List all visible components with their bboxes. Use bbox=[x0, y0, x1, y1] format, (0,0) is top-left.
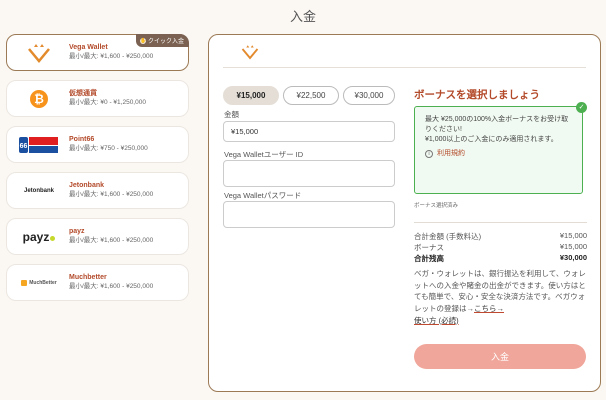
deposit-panel: ¥15,000 ¥22,500 ¥30,000 金額 Vega Walletユー… bbox=[208, 34, 601, 392]
method-name: 仮想通貨 bbox=[69, 90, 97, 98]
payment-method-muchbetter[interactable]: MuchBetter Muchbetter 最小/最大: ¥1,600 - ¥2… bbox=[6, 264, 189, 301]
quick-deposit-label: クイック入金 bbox=[147, 39, 184, 45]
quick-deposit-badge: ✋ クイック入金 bbox=[135, 34, 189, 47]
method-name: Jetonbank bbox=[69, 182, 105, 190]
divider bbox=[414, 222, 587, 223]
amount-option-22500[interactable]: ¥22,500 bbox=[283, 86, 339, 105]
terms-link[interactable]: i 利用規約 bbox=[425, 149, 572, 159]
payment-method-list: Vega Wallet 最小/最大: ¥1,600 - ¥250,000 ✋ ク… bbox=[6, 34, 189, 310]
user-id-label: Vega Walletユーザー ID bbox=[224, 150, 304, 159]
amount-input[interactable] bbox=[223, 121, 395, 142]
vega-logo-icon bbox=[15, 42, 63, 64]
divider bbox=[223, 67, 586, 68]
payment-method-jetonbank[interactable]: Jetonbank Jetonbank 最小/最大: ¥1,600 - ¥250… bbox=[6, 172, 189, 209]
payment-description: ベガ・ウォレットは、銀行振込を利用して、ウォレットへの入金や賭金の出金ができます… bbox=[414, 268, 589, 326]
method-limit: 最小/最大: ¥750 - ¥250,000 bbox=[69, 144, 148, 152]
method-limit: 最小/最大: ¥1,600 - ¥250,000 bbox=[69, 52, 154, 60]
amount-option-15000[interactable]: ¥15,000 bbox=[223, 86, 279, 105]
svg-text:₿: ₿ bbox=[34, 92, 44, 106]
method-limit: 最小/最大: ¥1,600 - ¥250,000 bbox=[69, 282, 154, 290]
deposit-submit-button[interactable]: 入金 bbox=[414, 344, 586, 369]
page-title: 入金 bbox=[289, 9, 316, 24]
summary-label: ボーナス bbox=[414, 243, 444, 252]
amount-label: 金額 bbox=[224, 110, 239, 119]
check-icon: ✓ bbox=[576, 102, 587, 113]
method-name: payz bbox=[69, 228, 85, 236]
payz-logo-icon: payz bbox=[15, 226, 63, 248]
info-icon: i bbox=[425, 150, 433, 159]
point66-logo-icon: 66 bbox=[15, 134, 63, 156]
summary-label: 合計金額 (手数料込) bbox=[414, 232, 482, 241]
register-link[interactable]: こちら→ bbox=[474, 304, 504, 313]
password-input[interactable] bbox=[223, 201, 395, 228]
bonus-option[interactable]: ✓ 最大 ¥25,000の100%入金ボーナスをお受け取りください! ¥1,00… bbox=[414, 102, 587, 194]
summary-label: 合計残高 bbox=[414, 254, 444, 263]
payment-method-point66[interactable]: 66 Point66 最小/最大: ¥750 - ¥250,000 bbox=[6, 126, 189, 163]
bonus-selected-note: ボーナス選択済み bbox=[414, 203, 459, 209]
bonus-line1: 最大 ¥25,000の100%入金ボーナスをお受け取りください! bbox=[425, 116, 569, 134]
method-limit: 最小/最大: ¥1,600 - ¥250,000 bbox=[69, 236, 154, 244]
jetonbank-logo-icon: Jetonbank bbox=[23, 187, 54, 194]
method-name: Point66 bbox=[69, 136, 95, 144]
muchbetter-logo-icon: MuchBetter bbox=[15, 272, 63, 294]
vega-logo-icon bbox=[241, 44, 259, 65]
summary-balance-row: 合計残高 ¥30,000 bbox=[414, 253, 587, 264]
bonus-title: ボーナスを選択しましょう bbox=[414, 89, 540, 101]
payment-method-crypto[interactable]: ₿ 仮想通貨 最小/最大: ¥0 - ¥1,250,000 bbox=[6, 80, 189, 117]
muchbetter-mark bbox=[21, 279, 28, 286]
summary-total-row: 合計金額 (手数料込) ¥15,000 bbox=[414, 231, 587, 242]
bitcoin-icon: ₿ bbox=[15, 88, 63, 110]
payment-method-payz[interactable]: payz payz 最小/最大: ¥1,600 - ¥250,000 bbox=[6, 218, 189, 255]
method-limit: 最小/最大: ¥1,600 - ¥250,000 bbox=[69, 190, 154, 198]
summary-value: ¥15,000 bbox=[559, 242, 587, 251]
terms-label: 利用規約 bbox=[437, 150, 465, 158]
summary-value: ¥30,000 bbox=[559, 253, 587, 262]
password-label: Vega Walletパスワード bbox=[224, 191, 302, 200]
bonus-line2: ¥1,000以上のご入金にのみ適用されます。 bbox=[425, 136, 558, 144]
method-name: Muchbetter bbox=[69, 274, 107, 282]
summary-bonus-row: ボーナス ¥15,000 bbox=[414, 242, 587, 253]
user-id-input[interactable] bbox=[223, 160, 395, 187]
payz-dot bbox=[50, 236, 56, 241]
amount-option-30000[interactable]: ¥30,000 bbox=[343, 86, 395, 105]
summary-value: ¥15,000 bbox=[559, 231, 587, 240]
method-limit: 最小/最大: ¥0 - ¥1,250,000 bbox=[69, 98, 146, 106]
svg-text:66: 66 bbox=[20, 143, 28, 150]
how-to-link[interactable]: 使い方 (必読) bbox=[414, 316, 459, 325]
payment-method-vega-wallet[interactable]: Vega Wallet 最小/最大: ¥1,600 - ¥250,000 ✋ ク… bbox=[6, 34, 189, 71]
hand-icon: ✋ bbox=[139, 37, 147, 44]
